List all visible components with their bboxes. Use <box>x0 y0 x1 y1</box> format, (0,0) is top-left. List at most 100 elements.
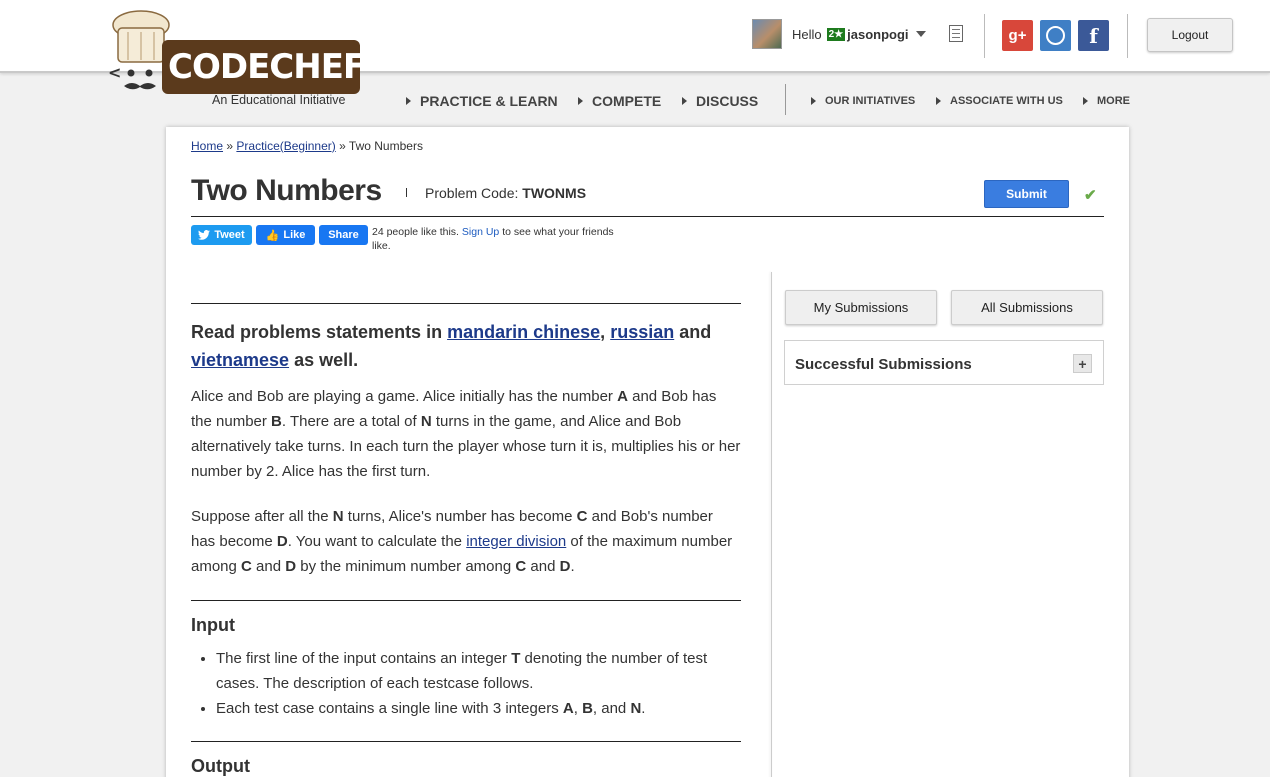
output-heading: Output <box>191 756 250 776</box>
header-divider <box>1127 14 1128 58</box>
column-divider <box>771 272 772 777</box>
nav-label: MORE <box>1097 95 1130 107</box>
breadcrumb-separator: » <box>226 139 234 153</box>
nav-practice-learn[interactable]: PRACTICE & LEARN <box>406 93 558 109</box>
expand-plus-icon[interactable]: + <box>1073 354 1092 373</box>
variable-term: C <box>241 558 252 575</box>
user-menu[interactable]: Hello 2★ jasonpogi <box>752 19 926 49</box>
triangle-right-icon <box>406 97 411 105</box>
comma: , <box>600 322 606 342</box>
nav-label: COMPETE <box>592 93 662 109</box>
problem-statement: Read problems statements in mandarin chi… <box>191 303 741 777</box>
variable-term: T <box>511 650 521 667</box>
svg-text:<: < <box>108 63 121 82</box>
facebook-like-button[interactable]: 👍 Like <box>256 225 315 245</box>
nav-label: ASSOCIATE WITH US <box>950 95 1063 107</box>
facebook-like-text: 24 people like this. Sign Up to see what… <box>372 225 634 253</box>
variable-term: N <box>630 700 642 717</box>
vietnamese-link[interactable]: vietnamese <box>191 350 289 370</box>
submit-button[interactable]: Submit <box>984 180 1069 208</box>
input-list: The first line of the input contains an … <box>191 646 741 721</box>
variable-term: B <box>271 413 282 430</box>
triangle-right-icon <box>682 97 687 105</box>
facebook-share-button[interactable]: Share <box>319 225 368 245</box>
variable-term: D <box>559 558 571 575</box>
tweet-button[interactable]: Tweet <box>191 225 252 245</box>
tweet-label: Tweet <box>214 229 245 241</box>
triangle-right-icon <box>1083 97 1088 105</box>
breadcrumb: Home » Practice(Beginner) » Two Numbers <box>191 139 423 153</box>
nav-label: DISCUSS <box>696 93 759 109</box>
nav-label: OUR INITIATIVES <box>825 95 916 107</box>
triangle-right-icon <box>811 97 816 105</box>
breadcrumb-section-link[interactable]: Practice(Beginner) <box>236 139 335 153</box>
breadcrumb-home-link[interactable]: Home <box>191 139 223 153</box>
all-submissions-button[interactable]: All Submissions <box>951 290 1103 325</box>
variable-term: N <box>332 508 344 525</box>
twitter-bird-icon <box>198 230 211 240</box>
and-text: and <box>679 322 712 342</box>
like-count-text: 24 people like this. <box>372 226 459 238</box>
translation-note: Read problems statements in mandarin chi… <box>191 318 741 374</box>
section-rule <box>191 303 741 304</box>
problem-panel: Home » Practice(Beginner) » Two Numbers … <box>166 127 1129 777</box>
signup-link[interactable]: Sign Up <box>462 226 499 238</box>
google-plus-icon[interactable]: g+ <box>1002 20 1033 51</box>
rating-badge: 2★ <box>826 27 846 41</box>
variable-term: C <box>515 558 527 575</box>
nav-more[interactable]: MORE <box>1083 95 1130 107</box>
brand-wordmark: CODECHEF <box>162 40 366 94</box>
list-item: Each test case contains a single line wi… <box>216 696 741 721</box>
translation-note-tail: as well. <box>294 350 359 370</box>
inline-link[interactable]: integer division <box>466 533 566 550</box>
variable-term: C <box>576 508 588 525</box>
brand-tagline: An Educational Initiative <box>212 93 346 107</box>
codechef-logo[interactable]: < > CODECHEF An Educational Initiative <box>106 8 366 110</box>
russian-link[interactable]: russian <box>610 322 674 342</box>
variable-term: B <box>582 700 593 717</box>
variable-term: A <box>562 700 574 717</box>
facebook-icon[interactable]: f <box>1078 20 1109 51</box>
user-avatar[interactable] <box>752 19 782 49</box>
variable-term: A <box>617 388 628 405</box>
thumbs-up-icon: 👍 <box>265 229 280 242</box>
github-icon[interactable] <box>1040 20 1071 51</box>
statement-paragraph-2: Suppose after all the N turns, Alice's n… <box>191 508 733 575</box>
like-label: Like <box>283 229 306 241</box>
translation-note-text: Read problems statements in <box>191 322 443 342</box>
problem-code-label: Problem Code: <box>425 185 519 201</box>
title-rule <box>191 216 1104 217</box>
my-submissions-button[interactable]: My Submissions <box>785 290 937 325</box>
list-item: The first line of the input contains an … <box>216 646 741 696</box>
check-icon: ✔ <box>1084 187 1097 204</box>
page-title: Two Numbers <box>191 174 382 207</box>
section-rule <box>191 600 741 601</box>
title-divider <box>406 188 407 197</box>
variable-term: D <box>276 533 288 550</box>
username[interactable]: jasonpogi <box>847 27 908 42</box>
statement-paragraph-1: Alice and Bob are playing a game. Alice … <box>191 388 741 480</box>
nav-associate-with-us[interactable]: ASSOCIATE WITH US <box>936 95 1063 107</box>
successful-submissions-title: Successful Submissions <box>795 356 972 373</box>
problem-code: Problem Code: TWONMS <box>425 185 586 201</box>
successful-submissions-panel[interactable]: Successful Submissions + <box>784 340 1104 385</box>
triangle-right-icon <box>578 97 583 105</box>
problem-code-value: TWONMS <box>522 185 587 201</box>
section-rule <box>191 741 741 742</box>
logout-button[interactable]: Logout <box>1147 18 1233 52</box>
breadcrumb-separator: » <box>339 139 346 153</box>
nav-discuss[interactable]: DISCUSS <box>682 93 758 109</box>
breadcrumb-current: Two Numbers <box>348 139 423 153</box>
brand-name: CODECHEF <box>168 47 366 87</box>
chevron-down-icon[interactable] <box>915 31 926 37</box>
notes-icon[interactable] <box>949 25 963 42</box>
header-divider <box>984 14 985 58</box>
triangle-right-icon <box>936 97 941 105</box>
nav-our-initiatives[interactable]: OUR INITIATIVES <box>811 95 915 107</box>
nav-label: PRACTICE & LEARN <box>420 93 558 109</box>
mandarin-chinese-link[interactable]: mandarin chinese <box>447 322 600 342</box>
variable-term: D <box>285 558 297 575</box>
share-row: Tweet 👍 Like Share 24 people like this. … <box>191 225 634 253</box>
nav-compete[interactable]: COMPETE <box>578 93 661 109</box>
greeting-text: Hello <box>792 26 822 42</box>
